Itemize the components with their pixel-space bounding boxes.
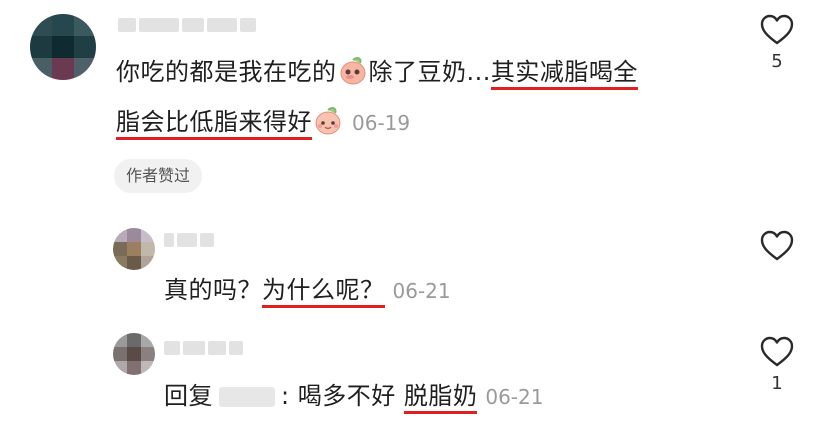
avatar[interactable] (30, 14, 96, 80)
peach-emoji-icon (338, 55, 368, 95)
reply-to-username-redacted[interactable] (219, 387, 275, 407)
comment-date: 06-21 (485, 385, 544, 409)
avatar[interactable] (113, 333, 155, 375)
username-redacted[interactable] (118, 18, 256, 32)
peach-emoji-icon (313, 105, 343, 145)
username-redacted[interactable] (164, 233, 214, 247)
comment-date: 06-21 (392, 279, 451, 303)
heart-outline-icon[interactable] (760, 336, 794, 368)
like-button[interactable]: 5 (757, 14, 797, 72)
like-button[interactable] (757, 230, 797, 268)
like-count: 5 (771, 51, 783, 72)
like-count: 1 (771, 373, 783, 394)
comment-date: 06-19 (352, 111, 411, 135)
heart-outline-icon[interactable] (760, 14, 794, 46)
author-liked-badge: 作者赞过 (114, 159, 203, 193)
avatar[interactable] (113, 228, 155, 270)
heart-outline-icon[interactable] (760, 230, 794, 262)
like-button[interactable]: 1 (757, 336, 797, 394)
username-redacted[interactable] (164, 341, 243, 355)
